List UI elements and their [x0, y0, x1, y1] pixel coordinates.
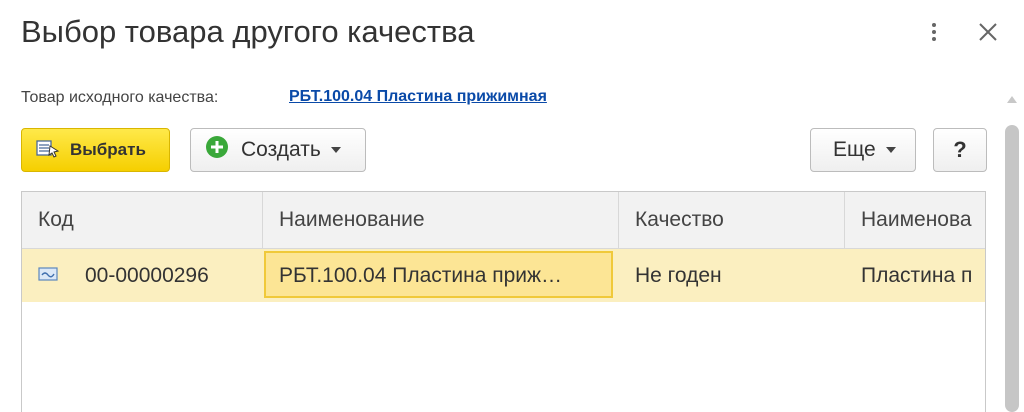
help-label: ? [953, 137, 967, 162]
cell-name[interactable]: РБТ.100.04 Пластина приж… [279, 249, 604, 302]
create-label: Создать [241, 138, 321, 161]
vertical-scrollbar[interactable] [1003, 92, 1021, 412]
column-divider[interactable] [262, 192, 263, 248]
select-button[interactable]: Выбрать [21, 128, 170, 172]
item-card-icon [38, 266, 58, 287]
cell-code[interactable]: 00-00000296 [85, 249, 255, 302]
cell-quality[interactable]: Не годен [635, 249, 835, 302]
chevron-down-icon [330, 147, 341, 153]
vertical-dots-icon[interactable] [927, 20, 941, 48]
scrollbar-thumb[interactable] [1005, 125, 1019, 412]
select-icon [36, 138, 60, 163]
cell-name2[interactable]: Пластина п [861, 249, 985, 302]
source-item-label: Товар исходного качества: [21, 89, 219, 106]
create-button[interactable]: Создать [190, 128, 366, 172]
select-label: Выбрать [70, 140, 146, 159]
chevron-down-icon [885, 147, 896, 153]
column-header-code[interactable]: Код [38, 192, 74, 248]
more-button[interactable]: Еще [810, 128, 916, 172]
column-header-quality[interactable]: Качество [635, 192, 724, 248]
column-divider[interactable] [844, 192, 845, 248]
column-header-name[interactable]: Наименование [279, 192, 425, 248]
items-table: Код Наименование Качество Наименова 00-0… [21, 191, 986, 412]
source-item-link[interactable]: РБТ.100.04 Пластина прижимная [289, 88, 547, 106]
more-label: Еще [833, 138, 876, 161]
column-header-name2[interactable]: Наименова [861, 192, 972, 248]
scroll-up-icon[interactable] [1007, 96, 1017, 103]
table-row[interactable]: 00-00000296 РБТ.100.04 Пластина приж… Не… [22, 249, 985, 302]
help-button[interactable]: ? [933, 128, 987, 172]
column-divider[interactable] [618, 192, 619, 248]
table-header: Код Наименование Качество Наименова [22, 192, 985, 249]
close-icon[interactable] [976, 20, 1000, 44]
plus-circle-icon [205, 135, 229, 165]
window-title: Выбор товара другого качества [21, 14, 475, 49]
